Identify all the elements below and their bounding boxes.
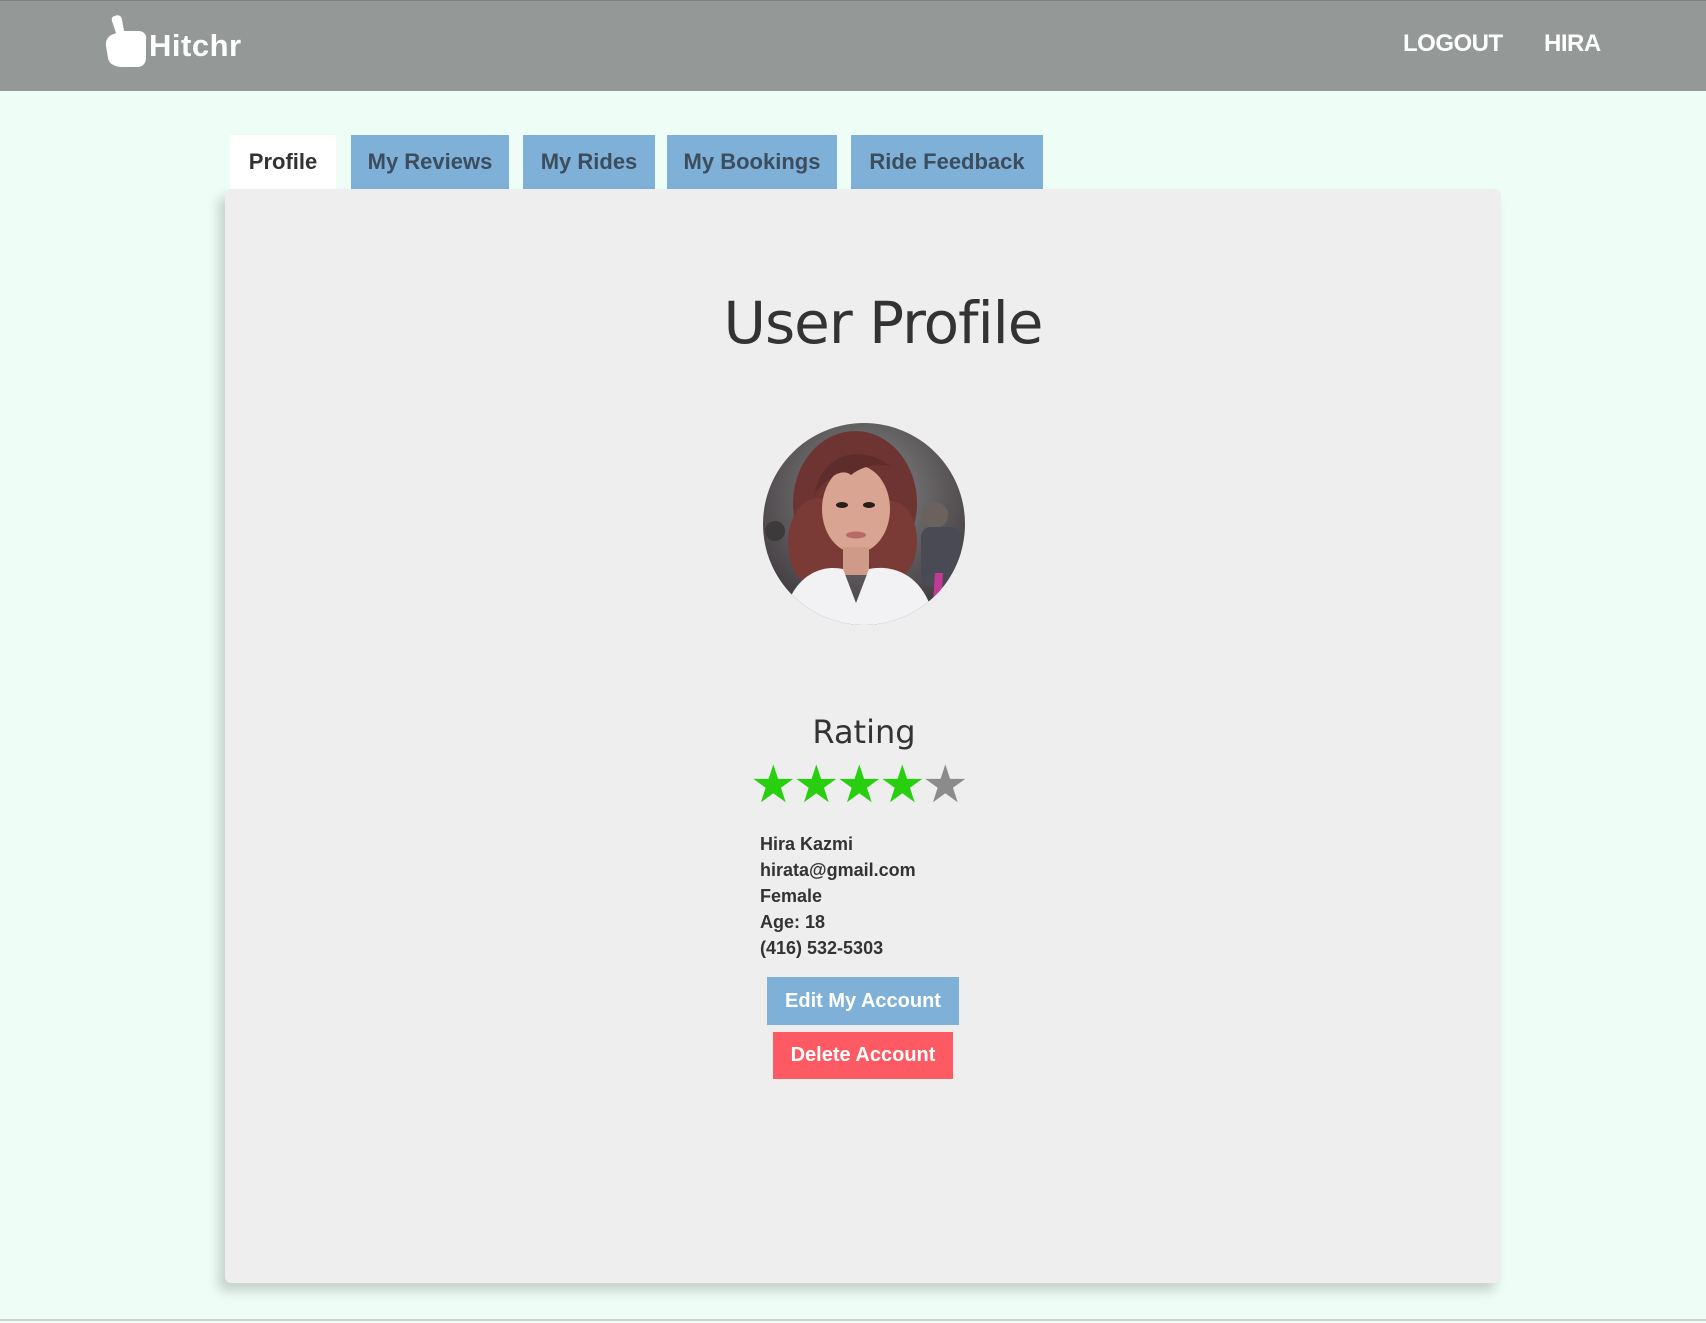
- user-age: Age: 18: [760, 912, 826, 932]
- edit-account-button[interactable]: Edit My Account: [767, 977, 959, 1025]
- rating-label: Rating: [812, 713, 916, 751]
- tab-label: Profile: [248, 149, 318, 174]
- profile-card: User Profile Rating ★ ★ ★ ★ ★ Hira Kazmi…: [225, 189, 1501, 1283]
- star-filled-icon: ★: [879, 756, 926, 814]
- tab-label: My Reviews: [367, 149, 493, 174]
- thumbs-up-icon: [105, 15, 147, 68]
- top-navbar: Hitchr LOGOUT HIRA: [0, 0, 1706, 91]
- delete-account-button[interactable]: Delete Account: [773, 1032, 953, 1079]
- tab-label: My Rides: [540, 149, 638, 174]
- user-name: Hira Kazmi: [760, 834, 854, 854]
- tab-label: My Bookings: [683, 149, 821, 174]
- tab-my-bookings[interactable]: My Bookings: [667, 135, 837, 189]
- user-info: Hira Kazmi hirata@gmail.com Female Age: …: [760, 831, 916, 961]
- tab-my-rides[interactable]: My Rides: [523, 135, 655, 189]
- tab-my-reviews[interactable]: My Reviews: [351, 135, 509, 189]
- user-menu-link[interactable]: HIRA: [1544, 30, 1601, 58]
- tab-profile[interactable]: Profile: [230, 135, 336, 189]
- page-title: User Profile: [723, 289, 1044, 357]
- logout-link[interactable]: LOGOUT: [1403, 30, 1503, 58]
- profile-photo: [763, 423, 965, 625]
- avatar: [763, 423, 965, 625]
- user-gender: Female: [760, 886, 823, 906]
- star-empty-icon: ★: [922, 756, 969, 814]
- user-phone: (416) 532-5303: [760, 938, 884, 958]
- rating-stars: ★ ★ ★ ★ ★: [750, 756, 969, 814]
- user-email: hirata@gmail.com: [760, 860, 916, 880]
- tab-ride-feedback[interactable]: Ride Feedback: [851, 135, 1043, 189]
- tab-label: Ride Feedback: [869, 149, 1025, 174]
- star-filled-icon: ★: [836, 756, 883, 814]
- star-filled-icon: ★: [793, 756, 840, 814]
- brand-name: Hitchr: [149, 28, 242, 63]
- page-divider: [0, 1319, 1706, 1321]
- brand-logo[interactable]: Hitchr: [103, 13, 242, 69]
- star-filled-icon: ★: [750, 756, 797, 814]
